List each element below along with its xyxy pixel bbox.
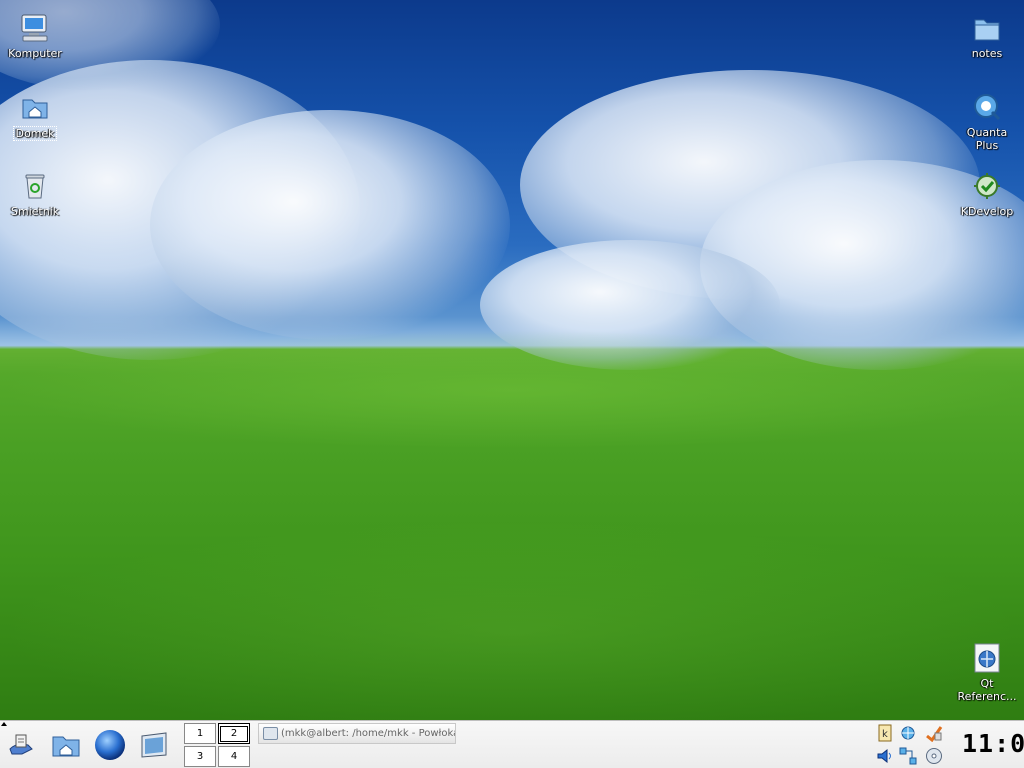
desktop-icon-label: Qt Referenc... <box>957 677 1017 703</box>
pager-desktop-label: 4 <box>230 751 238 762</box>
desktop-icon-quanta-plus[interactable]: Quanta Plus <box>956 91 1018 152</box>
trash-icon <box>19 170 51 202</box>
desktop-icon-label: Komputer <box>8 47 62 60</box>
pager-desktop-label: 1 <box>196 728 204 739</box>
pager-desktop-4[interactable]: 4 <box>218 746 250 767</box>
kde-menu-icon <box>9 734 33 755</box>
web-browser-icon <box>95 730 125 760</box>
klipper-icon[interactable]: k <box>876 724 894 742</box>
pager-desktop-label: 2 <box>219 726 249 742</box>
show-desktop-button[interactable] <box>136 727 172 763</box>
desktop-icon-label: KDevelop <box>960 205 1014 218</box>
terminal-icon <box>263 727 278 740</box>
folder-icon <box>971 12 1003 44</box>
svg-text:k: k <box>882 729 888 740</box>
clock[interactable]: 11:00 <box>962 729 1024 759</box>
desktop-icon-qt-reference[interactable]: Qt Referenc... <box>956 642 1018 703</box>
pager-desktop-2[interactable]: 2 <box>218 723 250 744</box>
desktop-icon-domek[interactable]: Domek <box>4 91 66 141</box>
desktop-icon-label: Quanta Plus <box>966 126 1008 152</box>
cloud <box>150 110 510 340</box>
kdevelop-icon <box>971 170 1003 202</box>
home-folder-icon <box>19 91 51 123</box>
desktop-icon-komputer[interactable]: Komputer <box>4 12 66 60</box>
panel-hide-arrow-icon[interactable] <box>1 722 7 726</box>
quanta-plus-icon <box>971 91 1003 123</box>
hill-highlight <box>0 330 1024 450</box>
desktop-icon-smietnik[interactable]: Smietnik <box>4 170 66 218</box>
hill-highlight <box>0 520 1024 720</box>
desktop-icon-notes[interactable]: notes <box>956 12 1018 60</box>
task-label: (mkk@albert: /home/mkk - Powłoka <box>281 728 456 739</box>
kde-menu-button[interactable] <box>4 727 40 763</box>
volume-icon[interactable] <box>876 747 894 765</box>
cd-icon[interactable] <box>925 747 943 765</box>
desktop-icon-kdevelop[interactable]: KDevelop <box>956 170 1018 218</box>
desktop-icon-label: Smietnik <box>10 205 60 218</box>
web-browser-launcher[interactable] <box>92 727 128 763</box>
connection-icon[interactable] <box>899 747 917 765</box>
home-folder-icon <box>52 736 80 757</box>
desktop-icon-label: notes <box>971 47 1003 60</box>
desktop-icon-label: Domek <box>13 126 57 141</box>
desktop-wallpaper: Komputer Domek Smietnik notes Quanta Plu… <box>0 0 1024 720</box>
computer-icon <box>19 12 51 44</box>
update-icon[interactable] <box>925 724 943 743</box>
pager-desktop-label: 3 <box>196 751 204 762</box>
pager-desktop-1[interactable]: 1 <box>184 723 216 744</box>
home-folder-launcher[interactable] <box>48 727 84 763</box>
network-icon[interactable] <box>899 724 917 742</box>
qt-reference-icon <box>971 642 1003 674</box>
desktop-pager: 1 2 3 4 <box>184 722 252 768</box>
pager-desktop-3[interactable]: 3 <box>184 746 216 767</box>
taskbar-task-terminal[interactable]: (mkk@albert: /home/mkk - Powłoka <box>258 723 456 744</box>
show-desktop-icon <box>141 732 167 758</box>
taskbar: 1 2 3 4 (mkk@albert: /home/mkk - Powłoka… <box>0 720 1024 768</box>
